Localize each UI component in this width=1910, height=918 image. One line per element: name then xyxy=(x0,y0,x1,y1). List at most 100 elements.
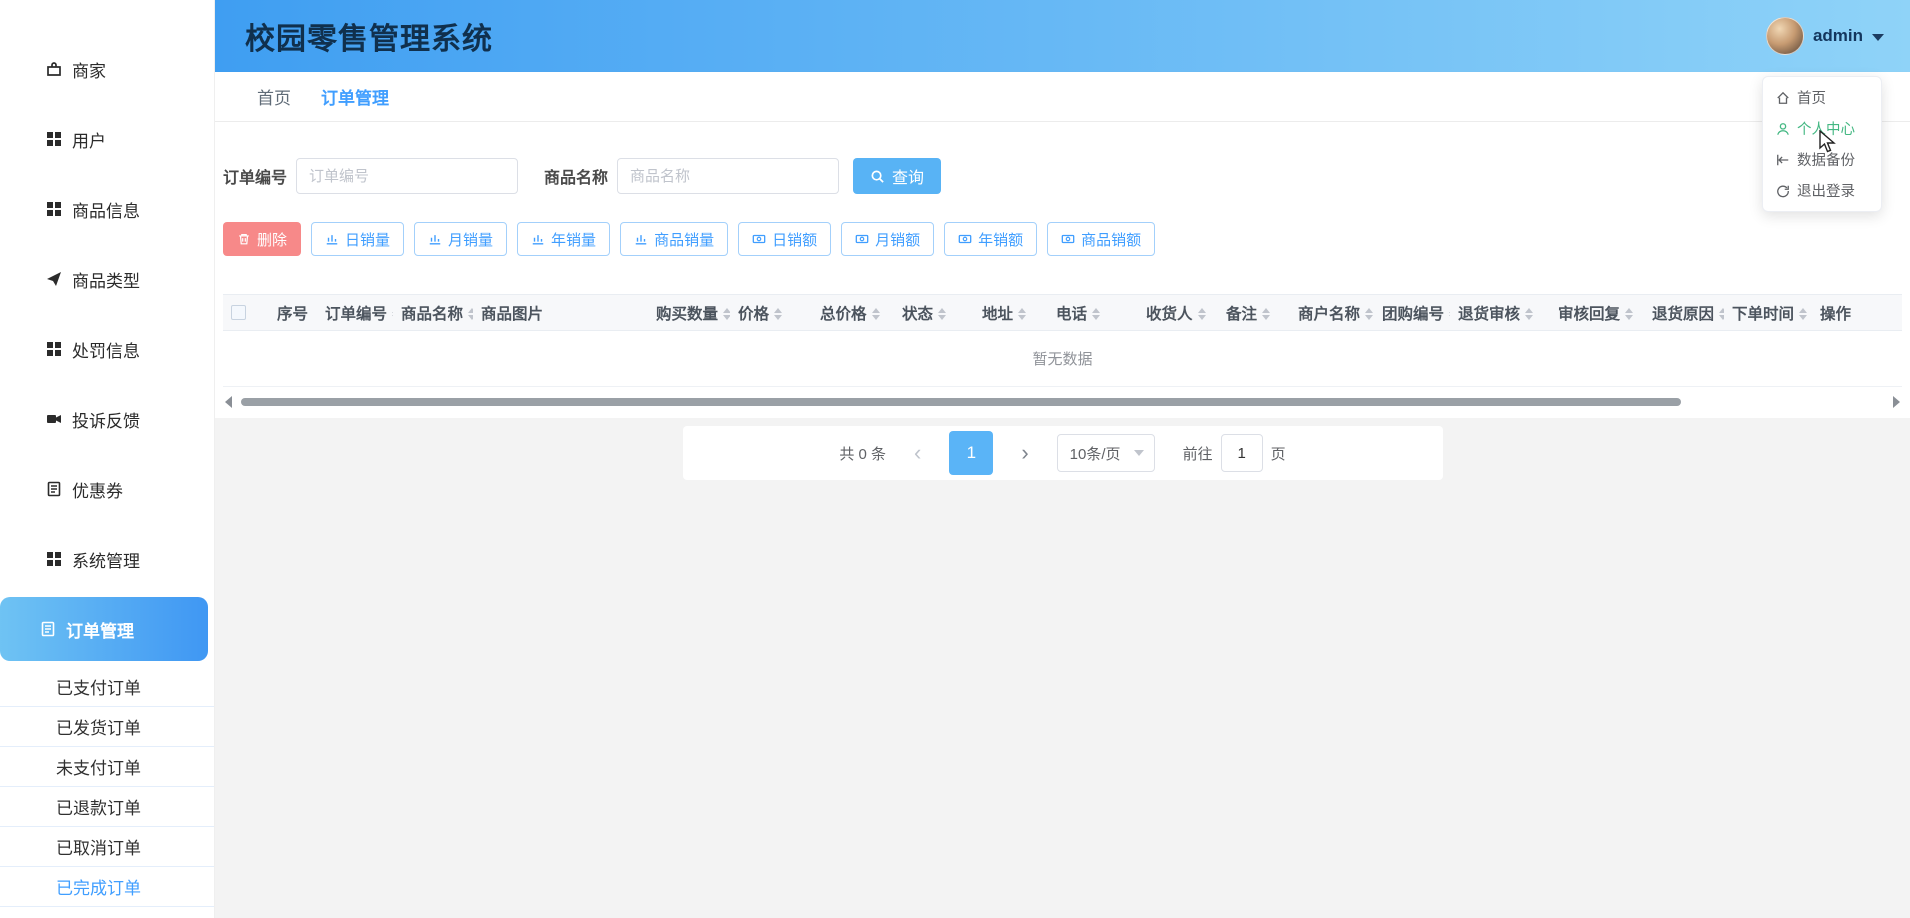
column-header-review-reply[interactable]: 审核回复 xyxy=(1550,295,1644,331)
column-header-product-name[interactable]: 商品名称 xyxy=(393,295,473,331)
goto-page-group: 前往 页 xyxy=(1183,434,1286,472)
column-header-return-reason[interactable]: 退货原因 xyxy=(1644,295,1724,331)
sort-icon[interactable] xyxy=(723,308,730,320)
sidebar-item-system[interactable]: 系统管理 xyxy=(0,524,214,594)
column-header-group-buy-no[interactable]: 团购编号 xyxy=(1374,295,1450,331)
sidebar-nav: 商家 用户 商品信息 商品类型 处罚信息 投诉反馈 优惠券 系统管理 xyxy=(0,0,214,907)
orders-table: 序号 订单编号 商品名称 商品图片 购买数量 价格 总价格 状态 地址 电话 收… xyxy=(223,294,1902,387)
sidebar-item-product-type[interactable]: 商品类型 xyxy=(0,244,214,314)
sidebar-item-label: 用户 xyxy=(72,127,106,152)
horizontal-scrollbar[interactable] xyxy=(223,395,1902,409)
user-menu-trigger[interactable]: admin xyxy=(1766,17,1884,55)
sort-icon[interactable] xyxy=(774,308,782,320)
order-no-label: 订单编号 xyxy=(223,164,287,188)
sidebar-item-label: 订单管理 xyxy=(66,617,134,642)
tab-order-management[interactable]: 订单管理 xyxy=(321,84,389,109)
goto-page-input[interactable] xyxy=(1221,434,1263,472)
sidebar-item-label: 商家 xyxy=(72,57,106,82)
sidebar-item-coupon[interactable]: 优惠券 xyxy=(0,454,214,524)
main-panel: 订单编号 商品名称 查询 删除 日销量 月销量 年销量 商品销量 xyxy=(215,122,1910,418)
yearly-sales-volume-button[interactable]: 年销量 xyxy=(517,222,610,256)
monthly-sales-volume-button[interactable]: 月销量 xyxy=(414,222,507,256)
column-header-price[interactable]: 价格 xyxy=(730,295,812,331)
yearly-sales-amount-button[interactable]: 年销额 xyxy=(944,222,1037,256)
sort-icon[interactable] xyxy=(1449,308,1450,320)
system-icon xyxy=(46,551,62,567)
sort-icon[interactable] xyxy=(1799,308,1807,320)
sort-icon[interactable] xyxy=(1525,308,1533,320)
page-size-value: 10条/页 xyxy=(1070,443,1121,464)
sidebar-item-product-info[interactable]: 商品信息 xyxy=(0,174,214,244)
sort-icon[interactable] xyxy=(1092,308,1100,320)
sidebar-item-orders[interactable]: 订单管理 xyxy=(0,597,208,661)
query-button[interactable]: 查询 xyxy=(853,158,941,194)
sidebar-item-feedback[interactable]: 投诉反馈 xyxy=(0,384,214,454)
sort-icon[interactable] xyxy=(1198,308,1206,320)
menu-item-profile[interactable]: 个人中心 xyxy=(1763,113,1881,144)
sort-icon[interactable] xyxy=(1262,308,1270,320)
product-sales-volume-button[interactable]: 商品销量 xyxy=(620,222,728,256)
sidebar-item-penalty[interactable]: 处罚信息 xyxy=(0,314,214,384)
menu-item-home[interactable]: 首页 xyxy=(1763,82,1881,113)
bar-chart-icon xyxy=(634,232,648,246)
column-header-order-no[interactable]: 订单编号 xyxy=(317,295,393,331)
submenu-item-completed-orders[interactable]: 已完成订单 xyxy=(0,867,214,907)
trash-icon xyxy=(237,232,251,246)
column-header-total-price[interactable]: 总价格 xyxy=(812,295,894,331)
tab-home[interactable]: 首页 xyxy=(257,84,291,109)
product-name-label: 商品名称 xyxy=(544,164,608,188)
menu-item-logout[interactable]: 退出登录 xyxy=(1763,175,1881,206)
column-header-return-review[interactable]: 退货审核 xyxy=(1450,295,1550,331)
sort-icon[interactable] xyxy=(1365,308,1373,320)
column-header-order-time[interactable]: 下单时间 xyxy=(1724,295,1812,331)
person-icon xyxy=(1776,122,1790,136)
sort-icon[interactable] xyxy=(872,308,880,320)
monthly-sales-amount-button[interactable]: 月销额 xyxy=(841,222,934,256)
prev-page-button[interactable]: ‹ xyxy=(914,440,921,466)
penalty-icon xyxy=(46,341,62,357)
search-row: 订单编号 商品名称 查询 xyxy=(223,122,1902,194)
sort-icon[interactable] xyxy=(1625,308,1633,320)
sidebar-item-label: 系统管理 xyxy=(72,547,140,572)
column-header-consignee[interactable]: 收货人 xyxy=(1138,295,1218,331)
column-header-phone[interactable]: 电话 xyxy=(1048,295,1138,331)
submenu-item-shipped-orders[interactable]: 已发货订单 xyxy=(0,707,214,747)
submenu-item-cancelled-orders[interactable]: 已取消订单 xyxy=(0,827,214,867)
delete-button[interactable]: 删除 xyxy=(223,222,301,256)
avatar[interactable] xyxy=(1766,17,1804,55)
page-1-button[interactable]: 1 xyxy=(949,431,993,475)
submenu-item-refunded-orders[interactable]: 已退款订单 xyxy=(0,787,214,827)
sort-icon[interactable] xyxy=(392,308,393,320)
chevron-down-icon xyxy=(1872,34,1884,41)
page-size-select[interactable]: 10条/页 xyxy=(1057,434,1155,472)
sidebar-item-label: 商品类型 xyxy=(72,267,140,292)
column-header-merchant-name[interactable]: 商户名称 xyxy=(1290,295,1374,331)
menu-item-data-backup[interactable]: 数据备份 xyxy=(1763,144,1881,175)
sidebar-item-merchant[interactable]: 商家 xyxy=(0,34,214,104)
next-page-button[interactable]: › xyxy=(1021,440,1028,466)
sort-icon[interactable] xyxy=(1719,308,1724,320)
column-header-status[interactable]: 状态 xyxy=(894,295,974,331)
order-no-input[interactable] xyxy=(296,158,518,194)
sidebar-item-users[interactable]: 用户 xyxy=(0,104,214,174)
scroll-right-arrow-icon[interactable] xyxy=(1893,396,1900,408)
daily-sales-amount-button[interactable]: 日销额 xyxy=(738,222,831,256)
column-header-address[interactable]: 地址 xyxy=(974,295,1048,331)
daily-sales-volume-button[interactable]: 日销量 xyxy=(311,222,404,256)
sort-icon[interactable] xyxy=(938,308,946,320)
scroll-left-arrow-icon[interactable] xyxy=(225,396,232,408)
pagination: 共 0 条 ‹ 1 › 10条/页 前往 页 xyxy=(683,426,1443,480)
sort-icon[interactable] xyxy=(1018,308,1026,320)
money-icon xyxy=(958,232,972,246)
product-name-input[interactable] xyxy=(617,158,839,194)
scrollbar-thumb[interactable] xyxy=(241,398,1681,406)
submenu-item-unpaid-orders[interactable]: 未支付订单 xyxy=(0,747,214,787)
sort-icon[interactable] xyxy=(468,308,473,320)
column-header-quantity[interactable]: 购买数量 xyxy=(648,295,730,331)
submenu-item-paid-orders[interactable]: 已支付订单 xyxy=(0,667,214,707)
order-icon xyxy=(40,621,56,637)
select-all-checkbox[interactable] xyxy=(231,305,246,320)
product-sales-amount-button[interactable]: 商品销额 xyxy=(1047,222,1155,256)
column-header-remark[interactable]: 备注 xyxy=(1218,295,1290,331)
logout-icon xyxy=(1776,184,1790,198)
